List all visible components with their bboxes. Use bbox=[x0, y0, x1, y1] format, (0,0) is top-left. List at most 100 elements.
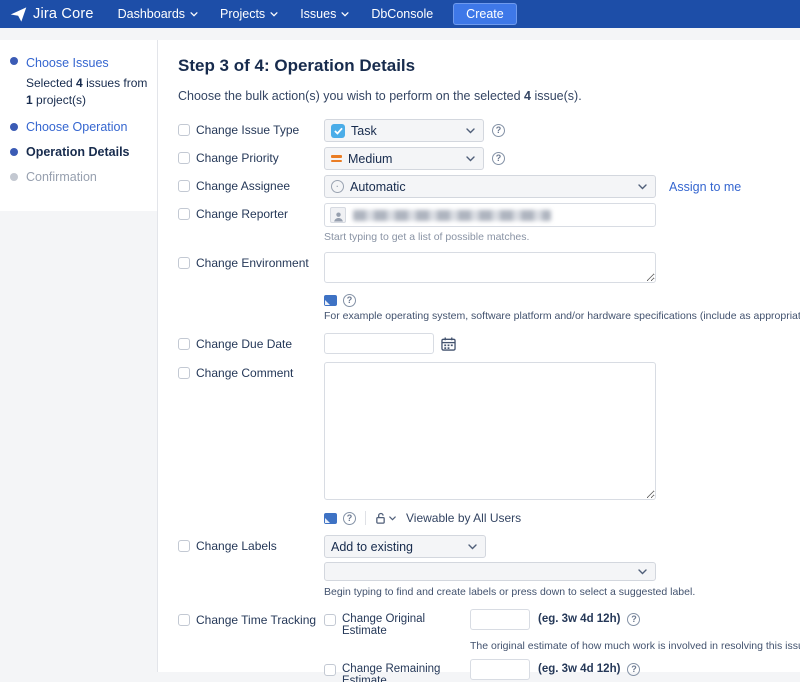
step-link-choose-issues[interactable]: Choose Issues bbox=[26, 56, 109, 70]
change-assignee-label[interactable]: Change Assignee bbox=[178, 175, 324, 198]
change-reporter-checkbox[interactable] bbox=[178, 208, 190, 220]
divider bbox=[365, 511, 366, 525]
row-change-remaining-estimate: Change Remaining Estimate (eg. 3w 4d 12h… bbox=[324, 659, 800, 682]
chevron-down-icon bbox=[341, 12, 349, 17]
labels-mode-select[interactable]: Add to existing bbox=[324, 535, 486, 558]
wizard-steps-sidebar: Choose Issues Selected 4 issues from 1 p… bbox=[0, 40, 157, 672]
change-priority-label[interactable]: Change Priority bbox=[178, 147, 324, 170]
change-due-date-checkbox[interactable] bbox=[178, 338, 190, 350]
change-remaining-estimate-checkbox[interactable] bbox=[324, 664, 336, 676]
top-nav: Jira Core Dashboards Projects Issues DbC… bbox=[0, 0, 800, 28]
change-due-date-label[interactable]: Change Due Date bbox=[178, 333, 324, 354]
help-icon[interactable]: ? bbox=[492, 152, 505, 165]
step-bullet-icon bbox=[10, 57, 18, 65]
priority-medium-icon bbox=[331, 155, 342, 162]
nav-item-dashboards[interactable]: Dashboards bbox=[118, 7, 198, 21]
remaining-estimate-input[interactable] bbox=[470, 659, 530, 680]
labels-picker-select[interactable] bbox=[324, 562, 656, 581]
priority-select[interactable]: Medium bbox=[324, 147, 484, 170]
step-bullet-icon bbox=[10, 123, 18, 131]
nav-item-issues[interactable]: Issues bbox=[300, 7, 349, 21]
operation-details-panel: Step 3 of 4: Operation Details Choose th… bbox=[157, 40, 800, 672]
reporter-value-redacted bbox=[353, 210, 551, 221]
page-body: Choose Issues Selected 4 issues from 1 p… bbox=[0, 28, 800, 672]
change-original-estimate-checkbox[interactable] bbox=[324, 614, 336, 626]
help-icon[interactable]: ? bbox=[343, 512, 356, 525]
change-time-tracking-checkbox[interactable] bbox=[178, 614, 190, 626]
change-assignee-checkbox[interactable] bbox=[178, 180, 190, 192]
intro-text: Choose the bulk action(s) you wish to pe… bbox=[178, 89, 800, 103]
labels-help-text: Begin typing to find and create labels o… bbox=[324, 586, 800, 598]
change-comment-label[interactable]: Change Comment bbox=[178, 362, 324, 525]
create-button[interactable]: Create bbox=[453, 3, 517, 25]
row-change-issue-type: Change Issue Type Task ? bbox=[178, 119, 800, 142]
chevron-down-icon bbox=[638, 184, 647, 190]
remaining-estimate-example: (eg. 3w 4d 12h) bbox=[538, 659, 620, 675]
help-icon[interactable]: ? bbox=[492, 124, 505, 137]
change-environment-label[interactable]: Change Environment bbox=[178, 252, 324, 333]
chevron-down-icon bbox=[638, 569, 647, 575]
page-title: Step 3 of 4: Operation Details bbox=[178, 56, 800, 76]
brand-name: Jira Core bbox=[33, 6, 94, 22]
nav-item-projects[interactable]: Projects bbox=[220, 7, 278, 21]
change-comment-checkbox[interactable] bbox=[178, 367, 190, 379]
original-estimate-input[interactable] bbox=[470, 609, 530, 630]
nav-item-dbconsole[interactable]: DbConsole bbox=[371, 7, 433, 21]
row-change-priority: Change Priority Medium ? bbox=[178, 147, 800, 170]
row-change-reporter: Change Reporter Start typing to get a li… bbox=[178, 203, 800, 252]
change-issue-type-label[interactable]: Change Issue Type bbox=[178, 119, 324, 142]
reporter-help-text: Start typing to get a list of possible m… bbox=[324, 231, 800, 243]
step-summary: Selected 4 issues from 1 project(s) bbox=[26, 75, 152, 109]
comment-textarea[interactable] bbox=[324, 362, 656, 500]
comment-visibility-button[interactable] bbox=[375, 512, 396, 525]
reporter-input[interactable] bbox=[324, 203, 656, 227]
task-icon bbox=[331, 124, 345, 138]
issue-type-select[interactable]: Task bbox=[324, 119, 484, 142]
change-labels-label[interactable]: Change Labels bbox=[178, 535, 324, 609]
due-date-input[interactable] bbox=[324, 333, 434, 354]
change-issue-type-checkbox[interactable] bbox=[178, 124, 190, 136]
step-confirmation: Confirmation bbox=[10, 170, 149, 184]
app-logo[interactable]: Jira Core bbox=[10, 6, 94, 23]
change-remaining-estimate-label[interactable]: Change Remaining Estimate bbox=[324, 659, 470, 682]
change-labels-checkbox[interactable] bbox=[178, 540, 190, 552]
row-change-labels: Change Labels Add to existing Begin typi… bbox=[178, 535, 800, 609]
chevron-down-icon bbox=[466, 156, 475, 162]
step-choose-operation: Choose Operation bbox=[10, 120, 149, 134]
environment-textarea[interactable] bbox=[324, 252, 656, 283]
row-change-environment: Change Environment ? For example operati… bbox=[178, 252, 800, 333]
original-estimate-help: The original estimate of how much work i… bbox=[470, 640, 800, 652]
step-choose-issues: Choose Issues Selected 4 issues from 1 p… bbox=[10, 54, 149, 109]
change-environment-checkbox[interactable] bbox=[178, 257, 190, 269]
help-icon[interactable]: ? bbox=[627, 663, 640, 676]
chevron-down-icon bbox=[270, 12, 278, 17]
wiki-markup-icon[interactable] bbox=[324, 513, 337, 524]
user-avatar-icon bbox=[330, 207, 346, 223]
row-change-original-estimate: Change Original Estimate (eg. 3w 4d 12h)… bbox=[324, 609, 800, 637]
row-change-due-date: Change Due Date bbox=[178, 333, 800, 354]
change-time-tracking-label[interactable]: Change Time Tracking bbox=[178, 609, 324, 682]
help-icon[interactable]: ? bbox=[627, 613, 640, 626]
assignee-select[interactable]: · Automatic bbox=[324, 175, 656, 198]
assign-to-me-link[interactable]: Assign to me bbox=[669, 180, 741, 194]
change-reporter-label[interactable]: Change Reporter bbox=[178, 203, 324, 252]
wizard-steps: Choose Issues Selected 4 issues from 1 p… bbox=[0, 40, 157, 211]
help-icon[interactable]: ? bbox=[343, 294, 356, 307]
change-original-estimate-label[interactable]: Change Original Estimate bbox=[324, 609, 470, 637]
step-bullet-icon bbox=[10, 173, 18, 181]
original-estimate-example: (eg. 3w 4d 12h) bbox=[538, 609, 620, 625]
row-change-comment: Change Comment ? bbox=[178, 362, 800, 525]
step-operation-details: Operation Details bbox=[10, 145, 149, 159]
change-priority-checkbox[interactable] bbox=[178, 152, 190, 164]
step-link-choose-operation[interactable]: Choose Operation bbox=[26, 120, 127, 134]
wiki-markup-icon[interactable] bbox=[324, 295, 337, 306]
environment-description: For example operating system, software p… bbox=[324, 310, 800, 322]
calendar-icon[interactable] bbox=[441, 337, 456, 351]
nav-menu: Dashboards Projects Issues DbConsole bbox=[118, 7, 434, 21]
chevron-down-icon bbox=[466, 128, 475, 134]
jira-logo-icon bbox=[10, 6, 27, 23]
automatic-assignee-icon: · bbox=[331, 180, 344, 193]
step-bullet-icon bbox=[10, 148, 18, 156]
row-change-time-tracking: Change Time Tracking Change Original Est… bbox=[178, 609, 800, 682]
row-change-assignee: Change Assignee · Automatic Assign to me bbox=[178, 175, 800, 198]
